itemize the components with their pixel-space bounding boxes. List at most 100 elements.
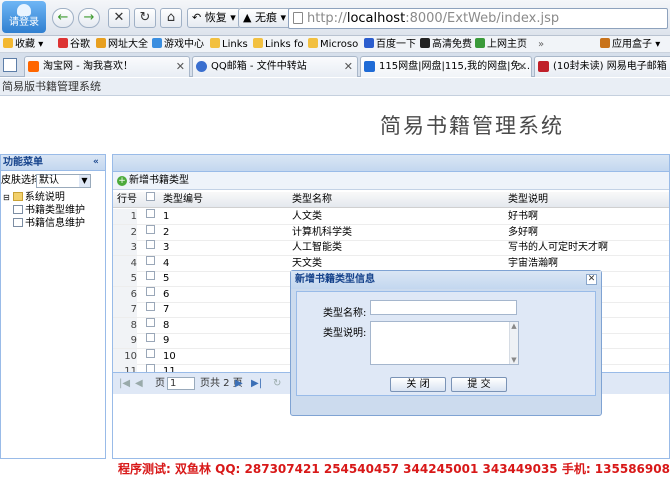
sidebar-title: 功能菜单 [3,157,43,168]
row-checkbox[interactable] [146,209,155,218]
row-checkbox[interactable] [146,317,155,327]
more-favorites[interactable]: » [538,37,544,52]
scroll-down-icon: ▼ [511,356,517,364]
cell-type-name: 人工智能类 [292,242,342,253]
row-number: 2 [113,224,137,240]
115-icon [364,61,375,72]
back-arrow-icon: ← [57,10,69,25]
app-window-title: 简易版书籍管理系统 [0,78,670,96]
fav-item[interactable]: Microso [308,37,358,52]
folder-icon [12,192,23,201]
tab-bar: 淘宝网 - 淘我喜欢！ ✕ QQ邮箱 - 文件中转站 ✕ 115网盘|网盘|11… [0,53,670,77]
row-checkbox[interactable] [146,240,155,249]
col-type-id[interactable]: 类型编号 [163,192,203,207]
scroll-up-icon: ▲ [511,322,517,330]
row-checkbox[interactable] [146,286,155,296]
sidebar-header: 功能菜单 « [1,155,105,171]
row-number: 1 [113,209,137,224]
home-button[interactable]: ⌂ [160,8,182,28]
last-page-icon[interactable]: ▶| [251,373,262,394]
login-button[interactable]: 请登录 [2,1,46,33]
video-icon [420,38,430,48]
cell-type-id: 5 [163,273,170,284]
submit-button[interactable]: 提 交 [451,377,507,392]
next-page-icon[interactable]: ▶ [235,373,243,394]
cell-type-id: 6 [163,288,170,300]
type-desc-textarea[interactable]: ▲ ▼ [370,321,519,365]
row-number: 6 [113,286,137,302]
plus-icon: + [117,176,127,186]
url-text: http://localhost:8000/ExtWeb/index.jsp [307,11,560,26]
refresh-icon[interactable]: ↻ [273,373,281,394]
tab-115[interactable]: 115网盘|网盘|115,我的网盘|免... ✕ [360,56,532,77]
incognito-icon: ▲ [243,11,252,24]
first-page-icon[interactable]: |◀ [119,373,130,394]
page-number-input[interactable]: 1 [167,377,195,390]
cell-type-name: 天文类 [292,257,322,269]
row-checkbox[interactable] [146,224,155,234]
close-icon[interactable]: ✕ [176,57,185,76]
sidebar-item-book-type[interactable]: 书籍类型维护 [13,205,85,217]
fav-item[interactable]: 网址大全 [96,37,148,52]
address-bar[interactable]: http://localhost:8000/ExtWeb/index.jsp [288,8,668,29]
close-icon[interactable]: ✕ [586,274,597,285]
row-checkbox[interactable] [146,302,155,311]
textarea-scrollbar[interactable]: ▲ ▼ [509,322,518,364]
collapse-icon[interactable]: « [93,157,103,167]
select-all-checkbox[interactable] [146,192,155,201]
skin-select[interactable]: 默认 ▼ [36,174,91,188]
row-checkbox[interactable] [146,271,155,280]
no-trace-button[interactable]: ▲ 无痕 ▾ [238,8,291,28]
table-row[interactable]: 2 2 计算机科学类 多好啊 [113,224,669,241]
tab-qqmail[interactable]: QQ邮箱 - 文件中转站 ✕ [192,56,358,77]
page-icon [293,12,303,24]
row-checkbox[interactable] [146,348,155,358]
tab-list-icon[interactable] [3,58,17,72]
login-label: 请登录 [9,17,39,28]
favorites-bar: 收藏 ▾ 谷歌 网址大全 游戏中心 Links Links fo Microso… [0,36,670,53]
close-icon[interactable]: ✕ [518,57,527,76]
chevron-down-icon: ▾ [280,11,286,24]
qq-icon [196,61,207,72]
row-number: 10 [113,348,137,364]
col-row-number[interactable]: 行号 [117,192,137,207]
close-button[interactable]: 关 闭 [390,377,446,392]
fav-item[interactable]: Links fo [253,37,304,52]
row-number: 7 [113,302,137,317]
fav-item[interactable]: 高清免费 [420,37,472,52]
grid-column-header: 行号 类型编号 类型名称 类型说明 [113,192,669,208]
apps-box-button[interactable]: 应用盒子 ▾ [600,37,660,52]
refresh-button[interactable]: ↻ [134,8,156,28]
sidebar: 功能菜单 « 皮肤选择 默认 ▼ ⊟ 系统说明 书籍类型维护 书籍信息维护 [0,154,106,459]
fav-item[interactable]: 上网主页 [475,37,527,52]
sidebar-item-book-info[interactable]: 书籍信息维护 [13,218,85,230]
col-type-desc[interactable]: 类型说明 [508,192,548,207]
game-icon [152,38,162,48]
fav-item[interactable]: Links [210,37,248,52]
restore-button[interactable]: ↶ 恢复 ▾ [187,8,241,28]
forward-button[interactable]: → [78,8,100,28]
tab-163mail[interactable]: (10封未读) 网易电子邮箱 - 极 [534,56,670,77]
user-icon [17,4,31,16]
col-type-name[interactable]: 类型名称 [292,192,332,207]
fav-item[interactable]: 谷歌 [58,37,90,52]
tree-root[interactable]: ⊟ 系统说明 [3,192,65,204]
no-trace-label: 无痕 [254,11,277,24]
row-checkbox[interactable] [146,255,155,265]
table-row[interactable]: 3 3 人工智能类 写书的人可定时天才啊 [113,240,669,256]
table-row[interactable]: 1 1 人文类 好书啊 [113,209,669,225]
row-checkbox[interactable] [146,333,155,342]
skin-selector-row: 皮肤选择 默认 ▼ [1,172,105,190]
fav-item[interactable]: 百度一下 [364,37,416,52]
back-button[interactable]: ← [52,8,74,28]
fav-item[interactable]: 游戏中心 [152,37,204,52]
tab-taobao[interactable]: 淘宝网 - 淘我喜欢！ ✕ [24,56,190,77]
google-icon [58,38,68,48]
close-icon[interactable]: ✕ [344,57,353,76]
favorites-menu[interactable]: 收藏 ▾ [3,37,43,52]
type-name-input[interactable] [370,300,517,315]
cell-type-id: 10 [163,350,176,362]
stop-button[interactable]: ✕ [108,8,130,28]
prev-page-icon[interactable]: ◀ [135,373,143,394]
add-book-type-button[interactable]: + 新增书籍类型 [117,175,189,186]
